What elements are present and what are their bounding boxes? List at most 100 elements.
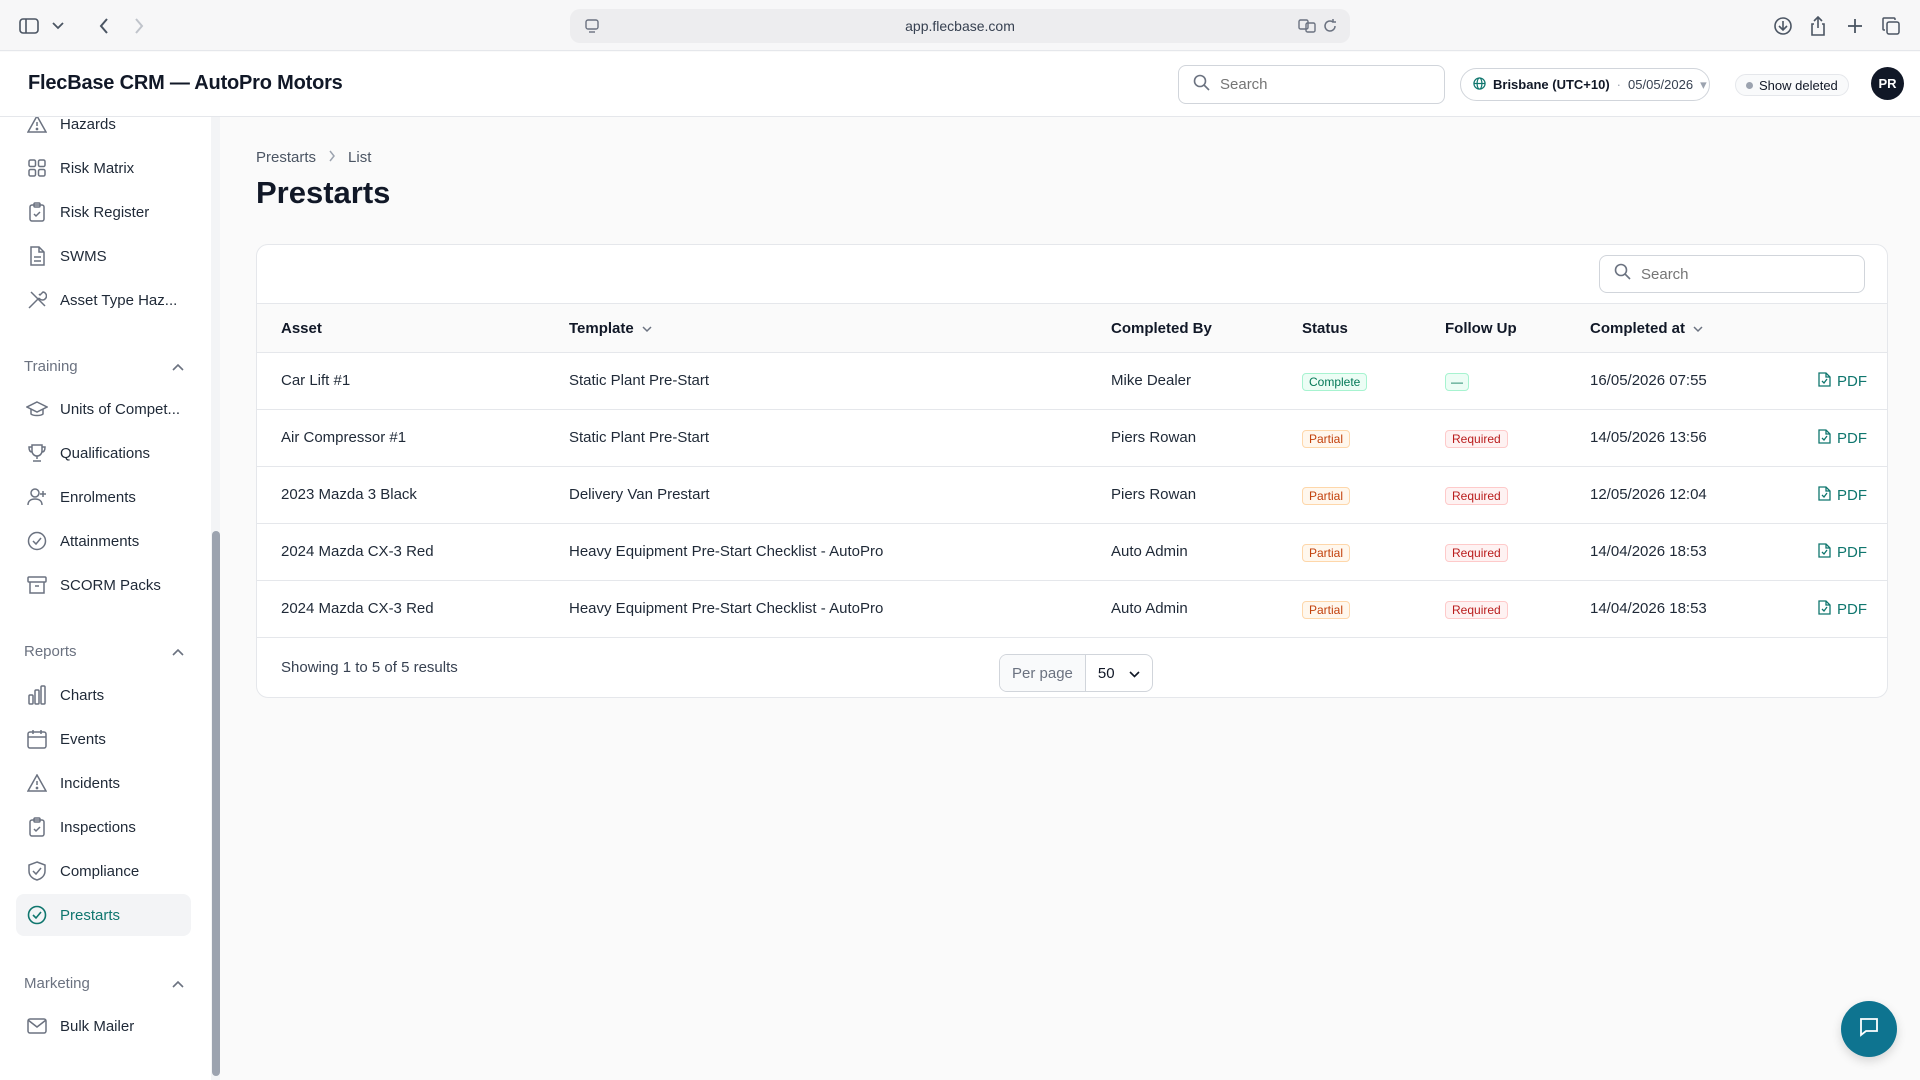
clipboard-check-icon (26, 816, 48, 838)
cell-asset: 2023 Mazda 3 Black (281, 486, 417, 503)
new-tab-icon[interactable] (1840, 11, 1870, 41)
sort-chevron-icon[interactable] (642, 320, 652, 337)
tools-icon (26, 289, 48, 311)
sidebar-item-label: Hazards (60, 117, 116, 133)
globe-icon (1473, 76, 1486, 93)
sidebar-item-hazards[interactable]: Hazards (16, 117, 191, 145)
chevron-up-icon[interactable] (172, 975, 184, 992)
table-row[interactable]: Air Compressor #1 Static Plant Pre-Start… (257, 410, 1887, 467)
sidebar-item-risk-matrix[interactable]: Risk Matrix (16, 147, 191, 189)
sidebar-toggle-icon[interactable] (14, 11, 44, 41)
avatar[interactable]: PR (1871, 67, 1904, 100)
translate-icon[interactable] (1298, 18, 1316, 37)
column-header-completed-by: Completed By (1111, 320, 1212, 337)
sidebar: Hazards Risk Matrix Risk Register SWMS A… (0, 117, 220, 1080)
table-row[interactable]: 2024 Mazda CX-3 Red Heavy Equipment Pre-… (257, 581, 1887, 638)
show-deleted-label: Show deleted (1759, 77, 1838, 93)
sidebar-item-incidents[interactable]: Incidents (16, 762, 191, 804)
sidebar-group-reports[interactable]: Reports (24, 640, 184, 662)
address-bar[interactable]: app.flecbase.com (570, 9, 1350, 43)
sidebar-item-bulk-mailer[interactable]: Bulk Mailer (16, 1005, 191, 1047)
global-search-input[interactable] (1220, 76, 1420, 93)
share-icon[interactable] (1803, 11, 1833, 41)
sidebar-item-label: Events (60, 730, 106, 748)
pdf-link[interactable]: PDF (1818, 372, 1867, 391)
sidebar-item-inspections[interactable]: Inspections (16, 806, 191, 848)
show-deleted-toggle[interactable]: Show deleted (1735, 74, 1849, 96)
results-summary: Showing 1 to 5 of 5 results (281, 659, 458, 676)
pdf-link[interactable]: PDF (1818, 486, 1867, 505)
tab-overview-icon[interactable] (1876, 11, 1906, 41)
sidebar-item-charts[interactable]: Charts (16, 674, 191, 716)
timezone-date-selector[interactable]: Brisbane (UTC+10) · 05/05/2026 ▾ (1460, 68, 1710, 101)
chat-button[interactable] (1841, 1001, 1897, 1057)
sidebar-scrollbar-thumb[interactable] (212, 531, 220, 1076)
table-search-input[interactable] (1641, 265, 1841, 283)
sidebar-item-scorm-packs[interactable]: SCORM Packs (16, 564, 191, 606)
file-pdf-icon (1818, 543, 1831, 562)
sidebar-group-label: Reports (24, 642, 77, 660)
cell-template: Heavy Equipment Pre-Start Checklist - Au… (569, 600, 884, 617)
search-icon (1614, 263, 1631, 285)
forward-icon[interactable] (124, 11, 154, 41)
site-settings-icon[interactable] (584, 18, 600, 37)
column-header-completed-at[interactable]: Completed at (1590, 320, 1703, 337)
envelope-icon (26, 1015, 48, 1037)
table-search[interactable] (1599, 255, 1865, 293)
sidebar-item-label: Charts (60, 686, 105, 704)
per-page-select[interactable]: Per page 50 (999, 654, 1153, 692)
pdf-link[interactable]: PDF (1818, 429, 1867, 448)
pdf-link[interactable]: PDF (1818, 543, 1867, 562)
sidebar-item-label: Units of Compet... (60, 400, 181, 418)
follow-up-badge: Required (1445, 430, 1508, 448)
cell-asset: Car Lift #1 (281, 372, 351, 389)
cell-template: Static Plant Pre-Start (569, 372, 710, 389)
reload-icon[interactable] (1322, 18, 1338, 37)
cell-completed-by: Mike Dealer (1111, 372, 1192, 389)
sidebar-item-events[interactable]: Events (16, 718, 191, 760)
table-row[interactable]: 2024 Mazda CX-3 Red Heavy Equipment Pre-… (257, 524, 1887, 581)
search-icon (1193, 74, 1210, 95)
global-search[interactable] (1178, 65, 1445, 104)
table-row[interactable]: 2023 Mazda 3 Black Delivery Van Prestart… (257, 467, 1887, 524)
sidebar-group-training[interactable]: Training (24, 355, 184, 377)
follow-up-badge: Required (1445, 544, 1508, 562)
sidebar-item-qualifications[interactable]: Qualifications (16, 432, 191, 474)
breadcrumb-current: List (348, 149, 372, 166)
per-page-dropdown[interactable]: 50 (1086, 655, 1152, 691)
sidebar-item-label: Attainments (60, 532, 140, 550)
sidebar-item-compliance[interactable]: Compliance (16, 850, 191, 892)
table-row[interactable]: Car Lift #1 Static Plant Pre-Start Mike … (257, 353, 1887, 410)
download-icon[interactable] (1768, 11, 1798, 41)
back-icon[interactable] (89, 11, 119, 41)
cell-template: Delivery Van Prestart (569, 486, 710, 503)
cell-asset: 2024 Mazda CX-3 Red (281, 600, 434, 617)
check-circle-icon (26, 904, 48, 926)
pdf-link[interactable]: PDF (1818, 600, 1867, 619)
sidebar-item-enrolments[interactable]: Enrolments (16, 476, 191, 518)
cell-completed-by: Auto Admin (1111, 600, 1188, 617)
follow-up-badge: Required (1445, 601, 1508, 619)
status-badge: Complete (1302, 373, 1368, 391)
chevron-right-icon (328, 149, 336, 166)
chevron-up-icon[interactable] (172, 358, 184, 375)
warning-icon (26, 772, 48, 794)
sidebar-item-prestarts[interactable]: Prestarts (16, 894, 191, 936)
sidebar-item-units-of-competency[interactable]: Units of Compet... (16, 388, 191, 430)
file-pdf-icon (1818, 486, 1831, 505)
column-header-asset: Asset (281, 320, 322, 337)
sort-chevron-icon[interactable] (1693, 320, 1703, 337)
breadcrumb-link-prestarts[interactable]: Prestarts (256, 149, 316, 166)
trophy-icon (26, 442, 48, 464)
column-header-template[interactable]: Template (569, 320, 652, 337)
sidebar-item-attainments[interactable]: Attainments (16, 520, 191, 562)
sidebar-item-risk-register[interactable]: Risk Register (16, 191, 191, 233)
sidebar-group-marketing[interactable]: Marketing (24, 972, 184, 994)
chevron-down-icon[interactable] (43, 11, 73, 41)
grid-icon (26, 157, 48, 179)
sidebar-item-label: Asset Type Haz... (60, 291, 178, 309)
sidebar-item-asset-type-hazards[interactable]: Asset Type Haz... (16, 279, 191, 321)
sidebar-item-swms[interactable]: SWMS (16, 235, 191, 277)
user-plus-icon (26, 486, 48, 508)
chevron-up-icon[interactable] (172, 643, 184, 660)
